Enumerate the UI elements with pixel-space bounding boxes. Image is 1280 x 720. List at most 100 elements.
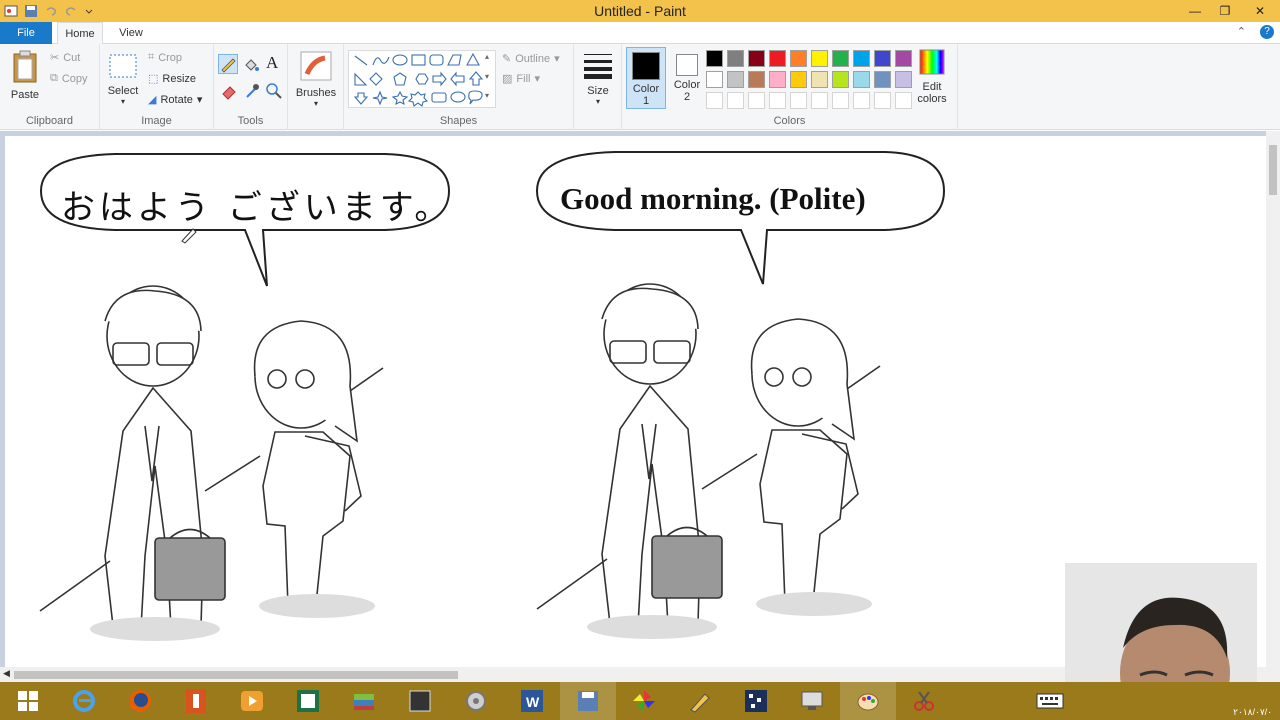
palette-color-swatch[interactable] bbox=[748, 71, 765, 88]
color2-button[interactable]: Color 2 bbox=[670, 47, 704, 109]
eraser-tool[interactable] bbox=[220, 82, 238, 103]
palette-empty-swatch[interactable] bbox=[727, 92, 744, 109]
paste-button[interactable]: Paste bbox=[6, 50, 44, 101]
vertical-scrollbar[interactable] bbox=[1266, 131, 1280, 667]
taskbar-app-pencil[interactable] bbox=[672, 682, 728, 720]
scissors-app-icon bbox=[914, 691, 934, 711]
color-picker-tool[interactable] bbox=[243, 82, 261, 103]
palette-empty-swatch[interactable] bbox=[790, 92, 807, 109]
resize-label: Resize bbox=[162, 72, 197, 85]
taskbar-winrar[interactable] bbox=[336, 682, 392, 720]
word-icon: W bbox=[521, 690, 543, 712]
start-button[interactable] bbox=[0, 682, 56, 720]
palette-color-swatch[interactable] bbox=[832, 50, 849, 67]
palette-color-swatch[interactable] bbox=[769, 50, 786, 67]
shapes-scroll-up[interactable]: ▴ bbox=[485, 52, 489, 61]
palette-empty-swatch[interactable] bbox=[748, 92, 765, 109]
rotate-button[interactable]: ◢ Rotate ▾ bbox=[148, 93, 202, 107]
taskbar-word[interactable]: W bbox=[504, 682, 560, 720]
clock-date[interactable]: ۲۰۱۸/۰۷/۰ bbox=[1233, 707, 1272, 718]
maximize-button[interactable]: ❐ bbox=[1210, 0, 1240, 22]
windows-logo-icon bbox=[18, 691, 38, 711]
palette-color-swatch[interactable] bbox=[706, 71, 723, 88]
taskbar-app-grid[interactable] bbox=[728, 682, 784, 720]
palette-empty-swatch[interactable] bbox=[874, 92, 891, 109]
copy-button[interactable]: ⧉ Copy bbox=[50, 72, 88, 85]
close-button[interactable]: ✕ bbox=[1240, 0, 1280, 22]
fill-tool[interactable] bbox=[242, 56, 260, 77]
vertical-scroll-thumb[interactable] bbox=[1269, 145, 1277, 195]
shapes-expand[interactable]: ▾ bbox=[485, 91, 489, 100]
palette-empty-swatch[interactable] bbox=[706, 92, 723, 109]
taskbar-firefox[interactable] bbox=[112, 682, 168, 720]
palette-color-swatch[interactable] bbox=[874, 50, 891, 67]
palette-color-swatch[interactable] bbox=[853, 50, 870, 67]
taskbar-app-star[interactable] bbox=[616, 682, 672, 720]
select-button[interactable]: Select ▾ bbox=[106, 52, 140, 106]
shapes-group-label: Shapes bbox=[439, 115, 478, 127]
text-tool[interactable]: A bbox=[266, 53, 278, 73]
taskbar-app-orange[interactable] bbox=[168, 682, 224, 720]
crop-icon: ⌗ bbox=[148, 51, 155, 63]
taskbar-active-app[interactable] bbox=[560, 682, 616, 720]
resize-button[interactable]: ⬚ Resize bbox=[148, 72, 197, 86]
tab-home[interactable]: Home bbox=[57, 22, 103, 45]
taskbar-excel[interactable] bbox=[280, 682, 336, 720]
palette-empty-swatch[interactable] bbox=[895, 92, 912, 109]
minimize-ribbon-icon[interactable]: ⌃ bbox=[1237, 25, 1246, 39]
brushes-button[interactable]: Brushes ▾ bbox=[294, 50, 338, 108]
shapes-scroll-down[interactable]: ▾ bbox=[485, 72, 489, 81]
cut-button[interactable]: ✂ Cut bbox=[50, 51, 80, 65]
paint-app-icon[interactable] bbox=[4, 4, 18, 18]
palette-color-swatch[interactable] bbox=[853, 71, 870, 88]
pencil-tool[interactable] bbox=[218, 54, 238, 74]
square-app-icon bbox=[409, 690, 431, 712]
tab-file[interactable]: File bbox=[0, 22, 52, 44]
tab-view[interactable]: View bbox=[108, 22, 154, 44]
undo-icon[interactable] bbox=[44, 4, 58, 18]
palette-empty-swatch[interactable] bbox=[832, 92, 849, 109]
palette-color-swatch[interactable] bbox=[811, 71, 828, 88]
line-size-icon bbox=[580, 50, 616, 83]
save-icon[interactable] bbox=[24, 4, 38, 18]
color-palette bbox=[706, 50, 916, 112]
palette-color-swatch[interactable] bbox=[790, 71, 807, 88]
palette-empty-swatch[interactable] bbox=[769, 92, 786, 109]
taskbar-media-player[interactable] bbox=[224, 682, 280, 720]
taskbar-paint[interactable] bbox=[840, 682, 896, 720]
palette-empty-swatch[interactable] bbox=[811, 92, 828, 109]
palette-color-swatch[interactable] bbox=[811, 50, 828, 67]
magnifier-tool[interactable] bbox=[265, 82, 283, 103]
edit-colors-button[interactable]: Edit colors bbox=[912, 48, 952, 105]
scroll-left-arrow[interactable]: ◀ bbox=[3, 668, 10, 679]
palette-color-swatch[interactable] bbox=[748, 50, 765, 67]
palette-color-swatch[interactable] bbox=[706, 50, 723, 67]
minimize-button[interactable]: — bbox=[1180, 0, 1210, 22]
palette-color-swatch[interactable] bbox=[727, 71, 744, 88]
palette-color-swatch[interactable] bbox=[895, 50, 912, 67]
outline-button[interactable]: ✎ Outline ▾ bbox=[502, 52, 560, 66]
keyboard-tray-icon[interactable] bbox=[1036, 692, 1064, 713]
select-label: Select bbox=[107, 85, 139, 97]
crop-button[interactable]: ⌗ Crop bbox=[148, 51, 182, 64]
palette-color-swatch[interactable] bbox=[790, 50, 807, 67]
taskbar-app-computer[interactable] bbox=[784, 682, 840, 720]
color1-button[interactable]: Color 1 bbox=[626, 47, 666, 109]
palette-color-swatch[interactable] bbox=[895, 71, 912, 88]
taskbar-internet-explorer[interactable] bbox=[56, 682, 112, 720]
palette-color-swatch[interactable] bbox=[769, 71, 786, 88]
shapes-gallery[interactable] bbox=[348, 50, 496, 108]
palette-color-swatch[interactable] bbox=[874, 71, 891, 88]
taskbar-app-snip[interactable] bbox=[896, 682, 952, 720]
palette-color-swatch[interactable] bbox=[727, 50, 744, 67]
taskbar-app-gear[interactable] bbox=[448, 682, 504, 720]
help-icon[interactable]: ? bbox=[1260, 25, 1274, 39]
horizontal-scroll-thumb[interactable] bbox=[14, 671, 458, 679]
palette-empty-swatch[interactable] bbox=[853, 92, 870, 109]
taskbar-app-dark[interactable] bbox=[392, 682, 448, 720]
redo-icon[interactable] bbox=[64, 4, 78, 18]
palette-color-swatch[interactable] bbox=[832, 71, 849, 88]
size-button[interactable]: Size ▾ bbox=[580, 50, 616, 106]
fill-button[interactable]: ▨ Fill ▾ bbox=[502, 72, 540, 86]
customize-toolbar-icon[interactable] bbox=[84, 4, 98, 18]
